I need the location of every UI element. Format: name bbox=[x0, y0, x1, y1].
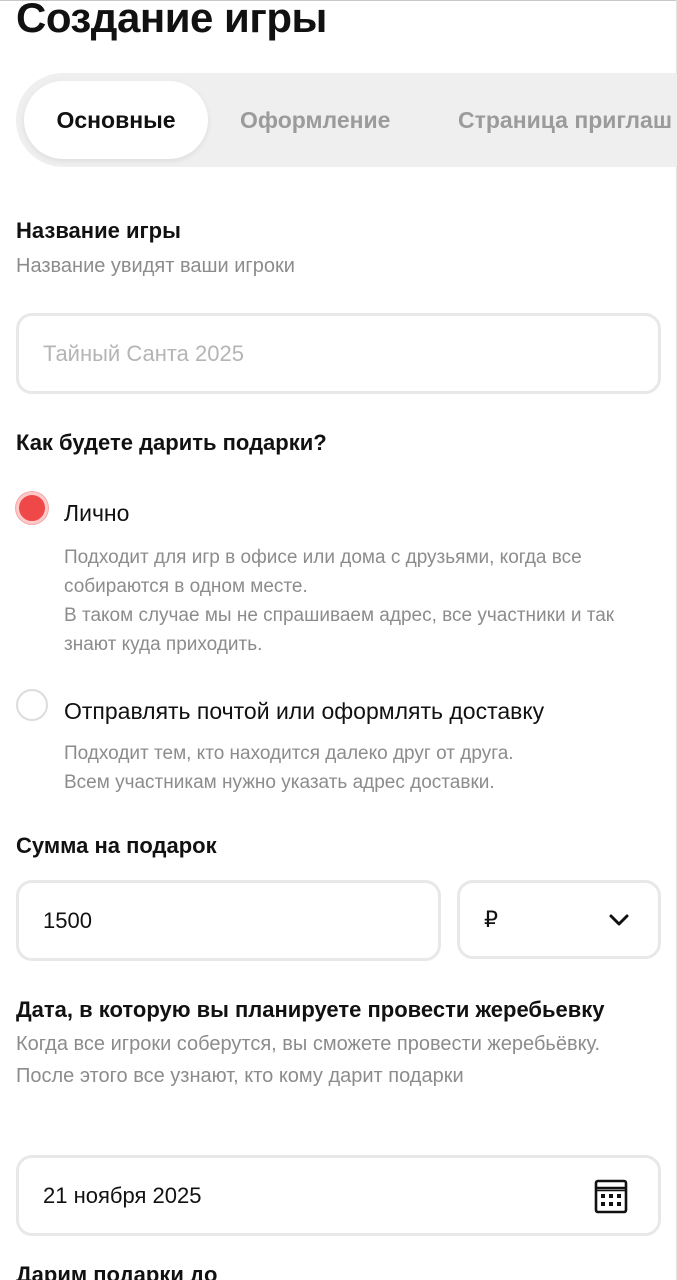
tab-basic[interactable]: Основные bbox=[24, 81, 208, 159]
game-name-field bbox=[16, 313, 661, 394]
currency-select[interactable]: ₽ bbox=[457, 880, 661, 959]
gift-amount-field bbox=[16, 880, 441, 961]
gift-mode-label: Как будете дарить подарки? bbox=[16, 430, 327, 455]
draw-date-field[interactable]: 21 ноября 2025 bbox=[16, 1155, 661, 1236]
option-delivery-description-line: Всем участникам нужно указать адрес дост… bbox=[64, 772, 495, 793]
option-in-person-description-line: В таком случае мы не спрашиваем адрес, в… bbox=[64, 605, 615, 655]
create-game-page: Создание игры Основные Оформление Страни… bbox=[0, 0, 677, 1280]
option-in-person-description: Подходит для игр в офисе или дома с друз… bbox=[64, 543, 664, 659]
option-delivery-description: Подходит тем, кто находится далеко друг … bbox=[64, 739, 664, 797]
draw-date-hint: Когда все игроки соберутся, вы сможете п… bbox=[16, 1033, 601, 1087]
draw-date-value: 21 ноября 2025 bbox=[43, 1183, 202, 1208]
option-delivery-label[interactable]: Отправлять почтой или оформлять доставку bbox=[64, 698, 544, 725]
gift-deadline-label: Дарим подарки до bbox=[16, 1262, 218, 1280]
draw-date-label: Дата, в которую вы планируете провести ж… bbox=[16, 997, 605, 1022]
calendar-icon[interactable] bbox=[594, 1178, 628, 1214]
game-name-label: Название игры bbox=[16, 218, 181, 243]
option-in-person-description-line: Подходит для игр в офисе или дома с друз… bbox=[64, 547, 582, 597]
game-name-input[interactable] bbox=[43, 316, 634, 391]
gift-amount-label: Сумма на подарок bbox=[16, 833, 217, 858]
game-name-hint: Название увидят ваши игроки bbox=[16, 255, 295, 277]
radio-in-person[interactable] bbox=[16, 492, 48, 524]
tab-design[interactable]: Оформление bbox=[240, 81, 390, 159]
tab-bar: Основные Оформление Страница приглаш bbox=[16, 73, 677, 167]
option-in-person-label[interactable]: Лично bbox=[64, 500, 129, 527]
currency-select-value: ₽ bbox=[484, 907, 498, 932]
page-title: Создание игры bbox=[16, 0, 327, 41]
option-delivery-description-line: Подходит тем, кто находится далеко друг … bbox=[64, 743, 514, 764]
tab-invitation-page[interactable]: Страница приглаш bbox=[458, 81, 672, 159]
chevron-down-icon bbox=[609, 914, 629, 926]
gift-amount-input[interactable] bbox=[43, 883, 414, 958]
radio-delivery[interactable] bbox=[16, 689, 48, 721]
